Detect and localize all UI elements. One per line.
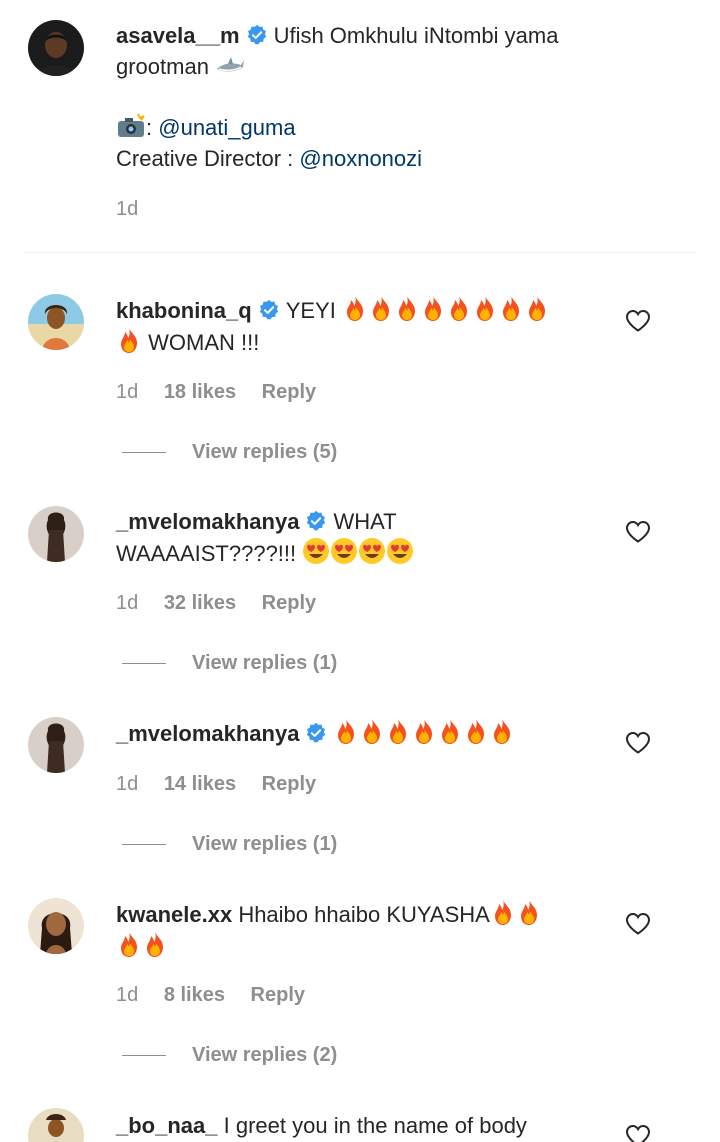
caption-divider: [24, 252, 696, 253]
caption-time: 1d: [116, 198, 139, 220]
view-replies-label: View replies (1): [192, 833, 338, 855]
caption-credits: : @unati_guma Creative Director : @noxno…: [116, 112, 422, 174]
fire-icon: [420, 294, 446, 322]
comment-text: _mvelomakhanya: [116, 717, 596, 749]
caption-credit-colon: :: [146, 115, 153, 140]
verified-badge-icon: [305, 510, 327, 532]
comment-text: khabonina_q YEYI WOMAN !!!: [116, 294, 596, 358]
fire-icon: [524, 294, 550, 322]
heart-icon[interactable]: [625, 309, 651, 333]
fire-icon: [472, 294, 498, 322]
director-label: Creative Director :: [116, 146, 294, 171]
view-replies-button[interactable]: View replies (1): [122, 833, 337, 856]
comment-meta: 1d 32 likes Reply: [116, 592, 336, 615]
fire-icon: [498, 294, 524, 322]
comment-body-line2: WOMAN !!!: [148, 330, 260, 355]
comment-body: I greet you in the name of body: [223, 1113, 527, 1138]
fire-icon: [463, 717, 489, 745]
fire-icon: [411, 717, 437, 745]
fire-icon: [437, 717, 463, 745]
reply-button[interactable]: Reply: [262, 592, 316, 614]
verified-badge-icon: [258, 299, 280, 321]
comment-time: 1d: [116, 984, 139, 1006]
avatar[interactable]: [28, 506, 84, 562]
avatar[interactable]: [28, 898, 84, 954]
comment-body: Hhaibo hhaibo KUYASHA: [238, 902, 490, 927]
avatar[interactable]: [28, 717, 84, 773]
comment-time: 1d: [116, 773, 139, 795]
avatar[interactable]: [28, 294, 84, 350]
comment-text: _mvelomakhanya WHAT WAAAAIST????!!!: [116, 506, 596, 569]
camera-flash-icon: [118, 113, 145, 137]
comment-likes[interactable]: 32 likes: [164, 592, 236, 614]
fire-icon: [342, 294, 368, 322]
heart-eyes-icon: [358, 537, 386, 565]
fire-icon: [116, 930, 142, 958]
heart-eyes-icon: [302, 537, 330, 565]
reply-button[interactable]: Reply: [262, 773, 316, 795]
view-replies-button[interactable]: View replies (1): [122, 652, 337, 675]
replies-line: [122, 663, 166, 665]
fire-icon: [359, 717, 385, 745]
fire-icon: [490, 898, 516, 926]
comment-username[interactable]: _mvelomakhanya: [116, 509, 299, 534]
fire-icon: [516, 898, 542, 926]
view-replies-label: View replies (5): [192, 441, 338, 463]
view-replies-button[interactable]: View replies (2): [122, 1044, 337, 1067]
comment-body: WHAT: [333, 509, 397, 534]
comment-text: _bo_naa_ I greet you in the name of body: [116, 1110, 596, 1141]
fire-icon: [394, 294, 420, 322]
replies-line: [122, 844, 166, 846]
heart-icon[interactable]: [625, 1124, 651, 1142]
comment-time: 1d: [116, 381, 139, 403]
reply-button[interactable]: Reply: [262, 381, 316, 403]
replies-line: [122, 452, 166, 454]
comment-likes[interactable]: 8 likes: [164, 984, 225, 1006]
heart-icon[interactable]: [625, 520, 651, 544]
fire-icon: [385, 717, 411, 745]
fire-icon: [116, 326, 142, 354]
replies-line: [122, 1055, 166, 1057]
caption-text: asavela__m Ufish Omkhulu iNtombi yama gro…: [116, 20, 676, 82]
fire-icon: [333, 717, 359, 745]
view-replies-label: View replies (2): [192, 1044, 338, 1066]
fire-icon: [446, 294, 472, 322]
comment-meta: 1d 8 likes Reply: [116, 984, 325, 1007]
caption-line1: Ufish Omkhulu iNtombi yama: [273, 23, 559, 48]
heart-eyes-icon: [386, 537, 414, 565]
heart-icon[interactable]: [625, 912, 651, 936]
heart-eyes-icon: [330, 537, 358, 565]
comment-username[interactable]: _bo_naa_: [116, 1113, 218, 1138]
comment-likes[interactable]: 14 likes: [164, 773, 236, 795]
fire-icon: [489, 717, 515, 745]
caption-username[interactable]: asavela__m: [116, 23, 240, 48]
comment-body: YEYI: [285, 298, 336, 323]
heart-icon[interactable]: [625, 731, 651, 755]
director-mention[interactable]: @noxnonozi: [299, 146, 422, 171]
avatar[interactable]: [28, 1108, 84, 1142]
shark-icon: [217, 57, 245, 72]
verified-badge-icon: [246, 24, 268, 46]
view-replies-label: View replies (1): [192, 652, 338, 674]
avatar[interactable]: [28, 20, 84, 76]
reply-button[interactable]: Reply: [251, 984, 305, 1006]
fire-icon: [142, 930, 168, 958]
comment-body-line2: WAAAAIST????!!!: [116, 541, 297, 566]
comment-username[interactable]: _mvelomakhanya: [116, 721, 299, 746]
comment-username[interactable]: kwanele.xx: [116, 902, 232, 927]
comment-likes[interactable]: 18 likes: [164, 381, 236, 403]
view-replies-button[interactable]: View replies (5): [122, 441, 337, 464]
comment-time: 1d: [116, 592, 139, 614]
fire-emoji-row: [342, 298, 550, 323]
fire-emoji-row: [333, 721, 515, 746]
verified-badge-icon: [305, 722, 327, 744]
comment-text: kwanele.xx Hhaibo hhaibo KUYASHA: [116, 898, 596, 962]
comment-meta: 1d 18 likes Reply: [116, 381, 336, 404]
fire-icon: [368, 294, 394, 322]
comment-meta: 1d 14 likes Reply: [116, 773, 336, 796]
caption-line2: grootman: [116, 54, 209, 79]
comment-username[interactable]: khabonina_q: [116, 298, 252, 323]
photographer-mention[interactable]: @unati_guma: [158, 115, 295, 140]
